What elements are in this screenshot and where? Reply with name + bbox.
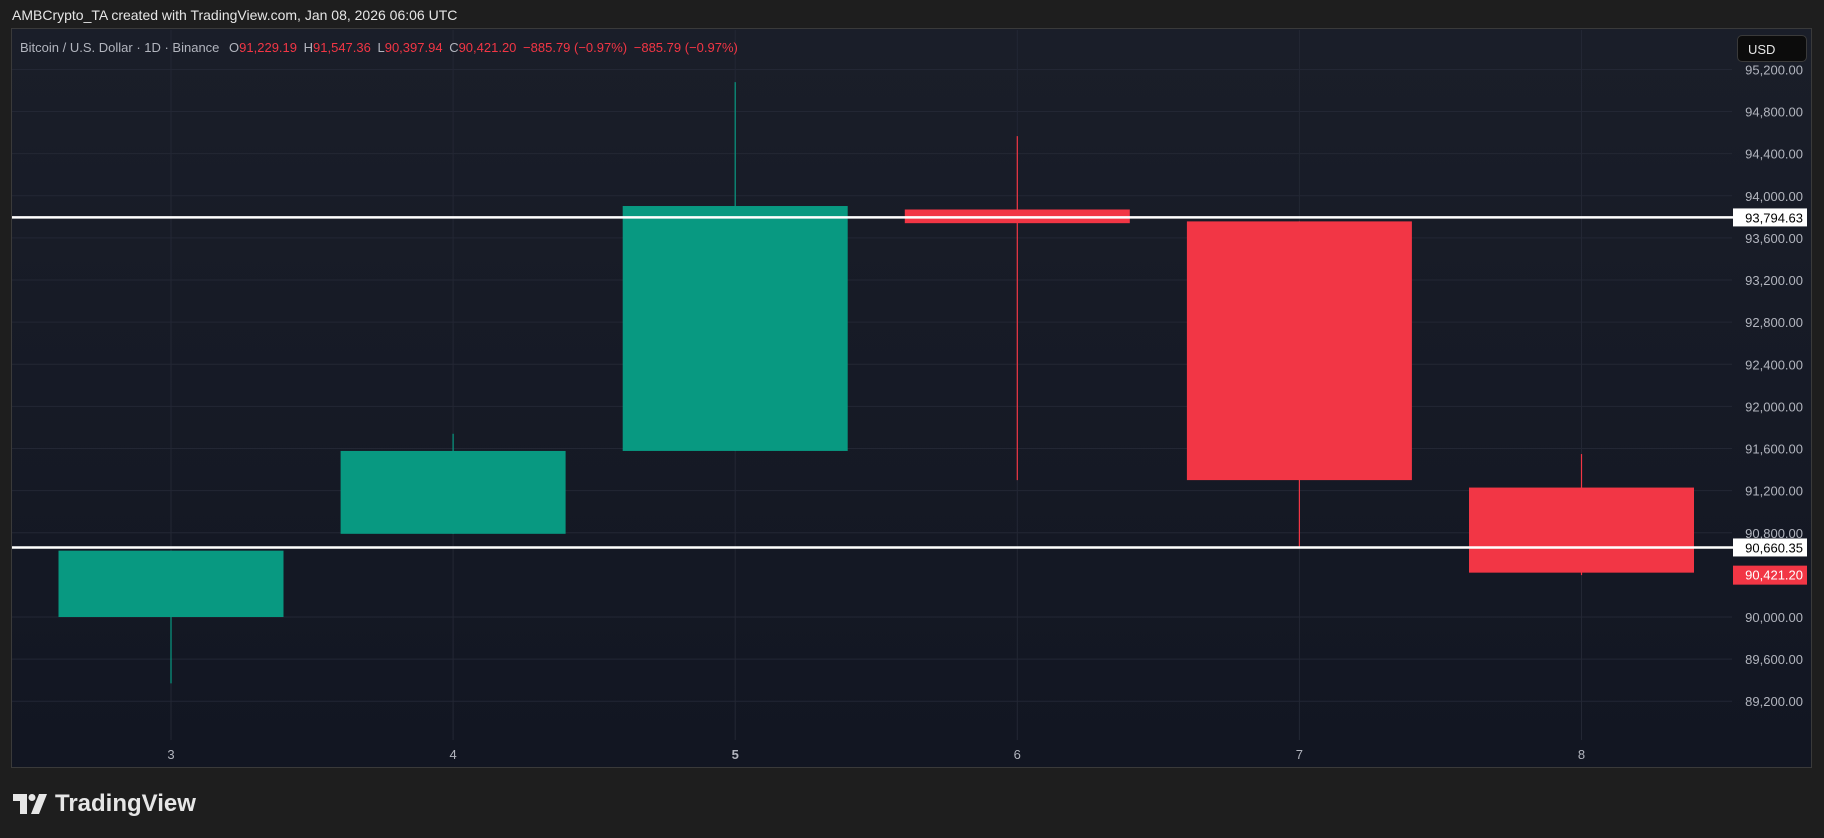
candlestick-chart[interactable]: 95,200.00 94,800.00 94,400.00 94,000.00 93,6…	[0, 0, 1824, 838]
candle-body-up	[340, 450, 566, 534]
low-label: L	[377, 40, 385, 55]
x-tick-label: 4	[449, 747, 456, 762]
y-tick-label: 93,600.00	[1745, 231, 1803, 246]
y-tick-label: 90,000.00	[1745, 610, 1803, 625]
x-tick-label: 7	[1296, 747, 1303, 762]
y-tick-label: 94,000.00	[1745, 189, 1803, 204]
high-label: H	[303, 40, 314, 55]
y-tick-label: 92,800.00	[1745, 315, 1803, 330]
y-tick-label: 94,800.00	[1745, 105, 1803, 120]
close-value: 90,421.20	[458, 40, 517, 55]
open-label: O	[229, 40, 240, 55]
tradingview-logo-icon	[13, 794, 47, 814]
change-value: −885.79 (−0.97%)	[523, 40, 628, 55]
open-value: 91,229.19	[239, 40, 297, 55]
y-tick-label: 89,600.00	[1745, 652, 1803, 667]
y-tick-label: 94,400.00	[1745, 147, 1803, 162]
low-value: 90,397.94	[384, 40, 443, 55]
y-tick-label: 95,200.00	[1745, 62, 1803, 77]
y-tick-label: 93,200.00	[1745, 273, 1803, 288]
last-price-label: 90,421.20	[1745, 568, 1803, 583]
x-tick-label: 3	[167, 747, 174, 762]
candle-body-up	[622, 206, 848, 451]
y-tick-label: 92,000.00	[1745, 399, 1803, 414]
tradingview-logo[interactable]: TradingView	[13, 790, 196, 818]
logo-text: TradingView	[55, 790, 196, 817]
candle-body-down	[1186, 221, 1412, 481]
level-price-label: 90,660.35	[1745, 540, 1803, 555]
change-value-2: −885.79 (−0.97%)	[633, 40, 738, 55]
y-tick-label: 91,200.00	[1745, 484, 1803, 499]
level-price-label: 93,794.63	[1745, 210, 1803, 225]
candle-body-down	[1469, 487, 1694, 573]
y-tick-label: 89,200.00	[1745, 694, 1803, 709]
x-tick-label: 5	[732, 747, 739, 762]
ohlc-legend: Bitcoin / U.S. Dollar · 1D · Binance O91…	[20, 40, 741, 55]
x-tick-label: 6	[1014, 747, 1021, 762]
currency-button[interactable]: USD	[1737, 35, 1807, 62]
high-value: 91,547.36	[313, 40, 371, 55]
close-label: C	[449, 40, 459, 55]
symbol-title[interactable]: Bitcoin / U.S. Dollar · 1D · Binance	[20, 40, 219, 55]
x-tick-label: 8	[1578, 747, 1585, 762]
y-tick-label: 92,400.00	[1745, 357, 1803, 372]
candle-body-up	[58, 550, 284, 617]
y-tick-label: 91,600.00	[1745, 442, 1803, 457]
